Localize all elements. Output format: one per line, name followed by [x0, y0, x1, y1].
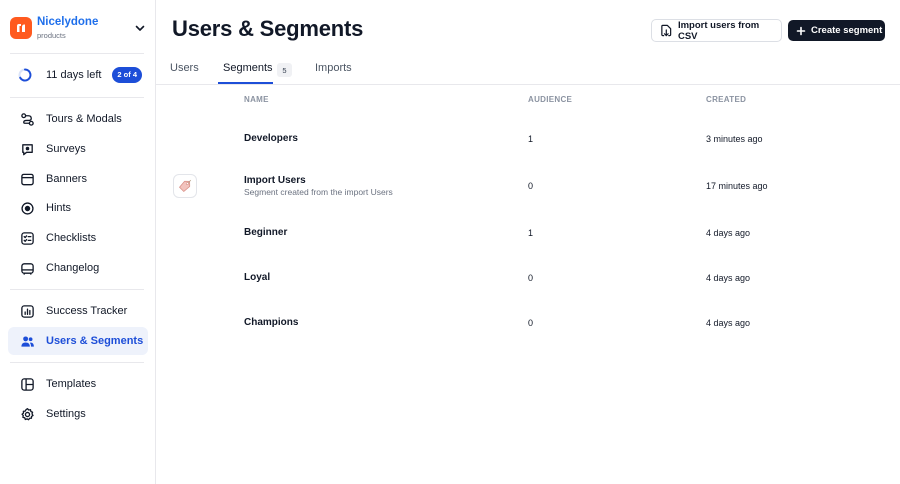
tours-icon	[19, 111, 35, 127]
segment-created: 4 days ago	[706, 273, 751, 283]
column-header-created[interactable]: CREATED	[706, 95, 746, 104]
sidebar-divider	[10, 289, 144, 290]
sidebar-item-surveys[interactable]: Surveys	[8, 135, 148, 163]
sidebar-item-settings[interactable]: Settings	[8, 400, 148, 428]
segments-count-badge: 5	[277, 63, 292, 77]
sidebar-item-label: Changelog	[46, 262, 100, 274]
sidebar-item-label: Tours & Modals	[46, 113, 122, 125]
segment-name[interactable]: Champions	[244, 317, 298, 328]
tabs-divider	[156, 84, 900, 85]
segment-created: 4 days ago	[706, 318, 751, 328]
tab-imports[interactable]: Imports	[315, 62, 352, 84]
workspace-logo-icon	[10, 17, 32, 39]
segment-created: 3 minutes ago	[706, 134, 763, 144]
create-segment-button[interactable]: Create segment	[788, 20, 885, 41]
sidebar-item-label: Checklists	[46, 232, 97, 244]
sidebar-item-users-segments[interactable]: Users & Segments	[8, 327, 148, 355]
tab-users[interactable]: Users	[170, 62, 199, 84]
sidebar-item-changelog[interactable]: Changelog	[8, 254, 148, 282]
changelog-icon	[19, 260, 35, 276]
sidebar-item-templates[interactable]: Templates	[8, 370, 148, 398]
plus-icon	[796, 26, 806, 35]
segment-audience: 0	[528, 318, 534, 328]
trial-badge: 2 of 4	[112, 67, 142, 83]
sidebar-item-label: Surveys	[46, 143, 86, 155]
templates-icon	[19, 376, 35, 392]
chevron-down-icon[interactable]	[130, 18, 150, 38]
users-icon	[19, 333, 35, 349]
segment-name[interactable]: Loyal	[244, 272, 270, 283]
segment-name[interactable]: Beginner	[244, 227, 287, 238]
hints-icon	[19, 200, 35, 216]
segment-description: Segment created from the import Users	[244, 187, 393, 197]
segment-audience: 0	[528, 181, 534, 191]
sidebar-item-label: Settings	[46, 408, 86, 420]
checklists-icon	[19, 230, 35, 246]
progress-ring-icon	[18, 68, 32, 82]
trial-status[interactable]: 11 days left 2 of 4	[18, 65, 142, 85]
trial-days-left: 11 days left	[46, 69, 102, 81]
import-users-csv-button[interactable]: Import users from CSV	[651, 19, 782, 42]
tag-icon	[173, 174, 197, 198]
segment-created: 17 minutes ago	[706, 181, 768, 191]
sidebar-item-label: Success Tracker	[46, 305, 128, 317]
sidebar-divider	[10, 362, 144, 363]
segment-created: 4 days ago	[706, 228, 751, 238]
tab-segments[interactable]: Segments	[223, 62, 273, 84]
segment-audience: 1	[528, 228, 534, 238]
sidebar: Nicelydone products 11 days left 2 of 4 …	[0, 0, 156, 484]
workspace-switcher[interactable]: Nicelydone products	[10, 14, 150, 42]
sidebar-item-label: Hints	[46, 202, 72, 214]
segment-audience: 1	[528, 134, 534, 144]
segment-audience: 0	[528, 273, 534, 283]
success-tracker-icon	[19, 303, 35, 319]
settings-icon	[19, 406, 35, 422]
banners-icon	[19, 171, 35, 187]
sidebar-divider	[10, 97, 144, 98]
create-button-label: Create segment	[811, 25, 883, 36]
file-import-icon	[661, 24, 672, 37]
sidebar-divider	[10, 53, 144, 54]
workspace-name: Nicelydone	[37, 16, 99, 28]
sidebar-item-success-tracker[interactable]: Success Tracker	[8, 297, 148, 325]
surveys-icon	[19, 141, 35, 157]
sidebar-item-tours-modals[interactable]: Tours & Modals	[8, 105, 148, 133]
import-button-label: Import users from CSV	[677, 19, 760, 42]
segment-name[interactable]: Developers	[244, 133, 298, 144]
sidebar-item-label: Templates	[46, 378, 97, 390]
column-header-audience[interactable]: AUDIENCE	[528, 95, 572, 104]
sidebar-item-checklists[interactable]: Checklists	[8, 224, 148, 252]
workspace-subtitle: products	[37, 30, 66, 40]
sidebar-item-label: Banners	[46, 173, 87, 185]
sidebar-item-hints[interactable]: Hints	[8, 194, 148, 222]
page-title: Users & Segments	[172, 16, 364, 41]
sidebar-item-label: Users & Segments	[46, 335, 144, 347]
sidebar-item-banners[interactable]: Banners	[8, 165, 148, 193]
segment-name[interactable]: Import Users	[244, 175, 306, 186]
column-header-name[interactable]: NAME	[244, 95, 269, 104]
